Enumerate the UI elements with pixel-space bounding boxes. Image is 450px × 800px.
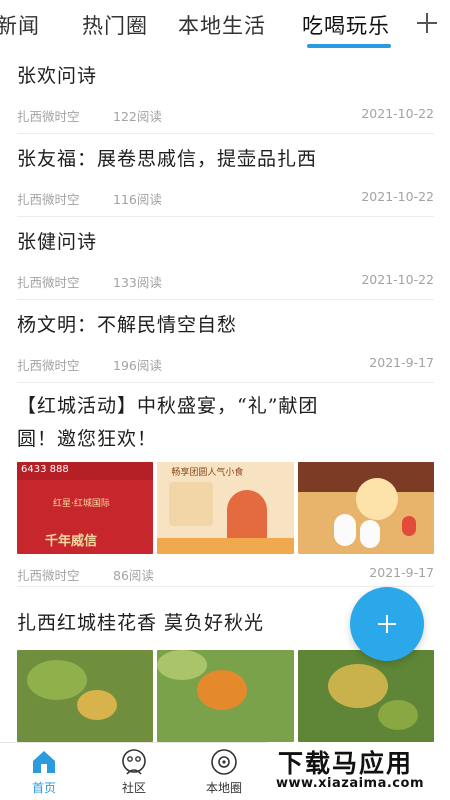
article-reads: 116阅读	[113, 192, 162, 207]
thumbnail-midautumn-snacks: 畅享团圆人气小食	[157, 462, 294, 554]
nav-local-circle[interactable]: 本地圈	[194, 747, 254, 796]
article-title-line-2: 圆！邀您狂欢！	[17, 428, 158, 450]
tab-hot-circle[interactable]: 热门圈	[82, 10, 148, 40]
article-date: 2021-10-22	[361, 189, 434, 204]
article-thumbnails	[17, 650, 434, 742]
article-date: 2021-9-17	[369, 355, 434, 370]
article-title: 张健问诗	[17, 231, 98, 253]
article-reads: 196阅读	[113, 358, 162, 373]
article-meta: 扎西微时空 86阅读 2021-9-17	[17, 562, 434, 584]
article-meta: 扎西微时空 196阅读 2021-9-17	[17, 352, 434, 374]
article-source: 扎西微时空	[17, 275, 80, 290]
plus-icon	[417, 13, 437, 33]
article-date: 2021-10-22	[361, 106, 434, 121]
nav-community[interactable]: 社区	[104, 747, 164, 796]
top-tab-bar: 新闻 热门圈 本地生活 吃喝玩乐	[0, 0, 450, 52]
article-item[interactable]: 【红城活动】中秋盛宴，“礼”献团 圆！邀您狂欢！ 6433 888 红星·红城国…	[17, 390, 434, 587]
article-title-line-1: 【红城活动】中秋盛宴，“礼”献团	[17, 395, 319, 417]
article-date: 2021-10-22	[361, 272, 434, 287]
article-source: 扎西微时空	[17, 192, 80, 207]
create-post-button[interactable]	[350, 587, 424, 661]
thumbnail-promo-red: 6433 888 红星·红城国际 千年威信	[17, 462, 154, 554]
active-tab-indicator	[307, 44, 391, 48]
nav-home[interactable]: 首页	[14, 747, 74, 796]
article-item[interactable]: 张友福：展卷思戚信，提壶品扎西 扎西微时空 116阅读 2021-10-22	[17, 143, 434, 217]
article-item[interactable]: 张欢问诗 扎西微时空 122阅读 2021-10-22	[17, 60, 434, 134]
article-title: 杨文明：不解民情空自愁	[17, 314, 238, 336]
article-item[interactable]: 张健问诗 扎西微时空 133阅读 2021-10-22	[17, 226, 434, 300]
article-meta: 扎西微时空 122阅读 2021-10-22	[17, 103, 434, 125]
watermark: 下载马应用 www.xiazaima.com	[268, 742, 450, 800]
thumbnail-osmanthus-2	[157, 650, 294, 742]
article-source: 扎西微时空	[17, 358, 80, 373]
home-icon	[33, 751, 55, 773]
thumbnail-osmanthus-3	[297, 650, 434, 742]
article-meta: 扎西微时空 133阅读 2021-10-22	[17, 269, 434, 291]
article-reads: 86阅读	[113, 568, 154, 583]
article-reads: 133阅读	[113, 275, 162, 290]
tab-local-life[interactable]: 本地生活	[178, 10, 266, 40]
article-source: 扎西微时空	[17, 109, 80, 124]
community-icon	[122, 749, 146, 775]
thumbnail-lanterns-rabbits	[297, 462, 434, 554]
article-source: 扎西微时空	[17, 568, 80, 583]
thumbnail-osmanthus-1	[17, 650, 154, 742]
article-reads: 122阅读	[113, 109, 162, 124]
article-title: 张欢问诗	[17, 65, 98, 87]
article-date: 2021-9-17	[369, 565, 434, 580]
add-tab-button[interactable]	[412, 8, 442, 38]
article-title: 张友福：展卷思戚信，提壶品扎西	[17, 148, 318, 170]
tab-food-fun[interactable]: 吃喝玩乐	[302, 10, 390, 40]
article-thumbnails: 6433 888 红星·红城国际 千年威信 畅享团圆人气小食	[17, 462, 434, 554]
article-meta: 扎西微时空 116阅读 2021-10-22	[17, 186, 434, 208]
article-item[interactable]: 杨文明：不解民情空自愁 扎西微时空 196阅读 2021-9-17	[17, 309, 434, 383]
local-circle-icon	[211, 749, 237, 775]
tab-news[interactable]: 新闻	[0, 10, 40, 40]
plus-icon	[378, 615, 396, 633]
